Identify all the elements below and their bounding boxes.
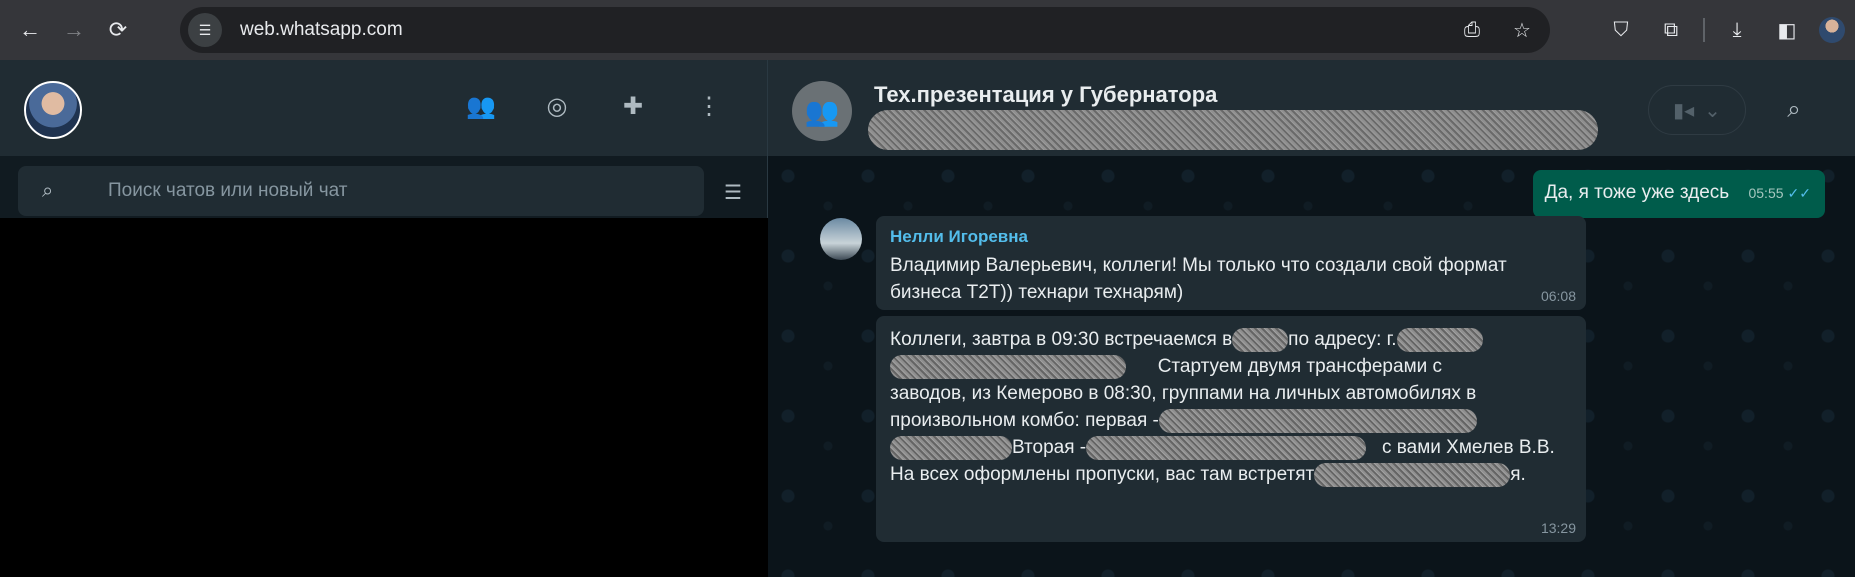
communities-icon[interactable]: 👥 xyxy=(463,88,499,124)
message-time: 06:08 xyxy=(1540,288,1576,304)
install-app-icon[interactable]: ⎙ xyxy=(1454,12,1490,48)
group-title[interactable]: Тех.презентация у Губернатора xyxy=(874,82,1217,108)
search-icon[interactable]: ⌕ xyxy=(1776,92,1812,128)
message-line: Вторая - с вами Хмелев В.В. xyxy=(890,434,1572,461)
video-call-icon: ▮◂ xyxy=(1673,99,1695,122)
message-line: произвольном комбо: первая - xyxy=(890,407,1572,434)
toolbar-divider xyxy=(1703,18,1705,42)
browser-toolbar: ← → ⟳ ☰ web.whatsapp.com ⎙ ☆ ⛉ ⧉ ⤓ ◧ xyxy=(0,0,1855,60)
redacted-text xyxy=(1314,462,1511,487)
redacted-text xyxy=(1232,327,1289,352)
group-icon[interactable]: 👥 xyxy=(792,81,852,141)
chat-list-redacted xyxy=(0,218,768,577)
redacted-text xyxy=(1086,435,1367,460)
redacted-text xyxy=(890,435,1012,460)
message-line: Коллеги, завтра в 09:30 встречаемся в по … xyxy=(890,326,1572,353)
message-list: Да, я тоже уже здесь 05:55 ✓✓ Нелли Игоре… xyxy=(768,156,1855,577)
user-avatar[interactable] xyxy=(24,81,82,139)
incoming-message[interactable]: Коллеги, завтра в 09:30 встречаемся в по … xyxy=(876,316,1586,542)
conversation-header[interactable]: 👥 Тех.презентация у Губернатора ▮◂ ⌄ ⌕ xyxy=(768,60,1855,156)
message-time: 05:55 ✓✓ xyxy=(1748,185,1811,201)
incoming-message[interactable]: Нелли Игоревна Владимир Валерьевич, колл… xyxy=(876,216,1586,310)
chat-list-panel: 👥 ◎ ✚ ⋮ ⌕ ☰ xyxy=(0,60,768,577)
url-text[interactable]: web.whatsapp.com xyxy=(240,19,403,41)
left-header: 👥 ◎ ✚ ⋮ xyxy=(0,60,767,156)
group-participants-redacted xyxy=(868,110,1598,150)
forward-icon[interactable]: → xyxy=(54,10,94,50)
video-call-button[interactable]: ▮◂ ⌄ xyxy=(1648,85,1746,135)
search-icon: ⌕ xyxy=(42,179,54,202)
outgoing-message[interactable]: Да, я тоже уже здесь 05:55 ✓✓ xyxy=(1532,170,1825,218)
message-time: 13:29 xyxy=(1540,520,1576,536)
chevron-down-icon: ⌄ xyxy=(1704,99,1721,122)
redacted-text xyxy=(1158,408,1477,433)
kebab-menu-icon[interactable]: ⋮ xyxy=(691,88,727,124)
back-icon[interactable]: ← xyxy=(10,10,50,50)
bookmark-star-icon[interactable]: ☆ xyxy=(1504,12,1540,48)
search-box[interactable]: ⌕ xyxy=(18,166,704,216)
message-line: Стартуем двумя трансферами с xyxy=(890,353,1572,380)
site-info-icon[interactable]: ☰ xyxy=(188,13,222,47)
message-text: Да, я тоже уже здесь xyxy=(1544,182,1730,203)
redacted-text xyxy=(890,354,1126,379)
address-bar[interactable]: ☰ web.whatsapp.com ⎙ ☆ xyxy=(180,7,1550,53)
search-row: ⌕ ☰ xyxy=(0,156,767,218)
sender-avatar[interactable] xyxy=(820,218,862,260)
filter-icon[interactable]: ☰ xyxy=(717,176,749,208)
status-icon[interactable]: ◎ xyxy=(539,88,575,124)
read-ticks-icon: ✓✓ xyxy=(1787,185,1811,201)
side-panel-icon[interactable]: ◧ xyxy=(1769,12,1805,48)
sender-name[interactable]: Нелли Игоревна xyxy=(890,226,1572,248)
message-line: На всех оформлены пропуски, вас там встр… xyxy=(890,462,1526,487)
message-line: бизнеса Т2Т)) технари технарям) xyxy=(890,282,1184,303)
redacted-text xyxy=(1396,327,1483,352)
search-input[interactable] xyxy=(108,180,668,202)
profile-avatar[interactable] xyxy=(1819,17,1845,43)
extensions-puzzle-icon[interactable]: ⧉ xyxy=(1653,12,1689,48)
new-chat-icon[interactable]: ✚ xyxy=(615,88,651,124)
shield-icon[interactable]: ⛉ xyxy=(1603,12,1639,48)
download-icon[interactable]: ⤓ xyxy=(1719,12,1755,48)
conversation-panel: 👥 Тех.презентация у Губернатора ▮◂ ⌄ ⌕ Д… xyxy=(768,60,1855,577)
reload-icon[interactable]: ⟳ xyxy=(98,10,138,50)
message-line: Владимир Валерьевич, коллеги! Мы только … xyxy=(890,255,1507,276)
message-line: заводов, из Кемерово в 08:30, группами н… xyxy=(890,383,1477,404)
